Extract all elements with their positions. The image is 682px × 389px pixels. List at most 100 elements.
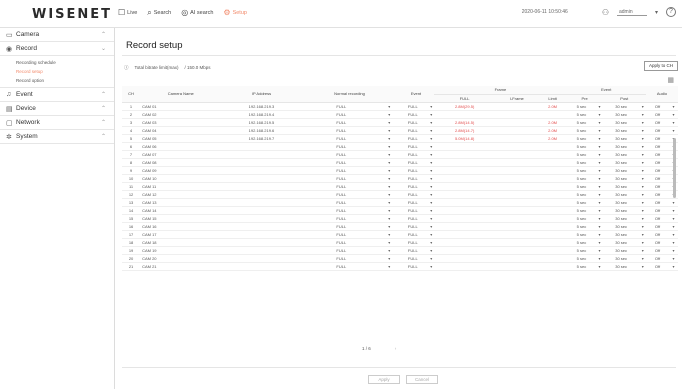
table-row[interactable]: 12CAM 12FULL▾FULL▾5 sec▾30 sec▾Off▾ <box>122 190 678 199</box>
cell-post[interactable]: 30 sec <box>602 150 640 159</box>
cell-pre[interactable]: 5 sec <box>566 150 597 159</box>
dropdown-arrow-icon[interactable]: ▾ <box>669 110 678 119</box>
cell-normal-recording[interactable]: FULL <box>301 166 382 175</box>
apply-button[interactable]: Apply <box>368 375 400 384</box>
dropdown-arrow-icon[interactable]: ▾ <box>669 126 678 135</box>
cancel-button[interactable]: Cancel <box>406 375 438 384</box>
dropdown-arrow-icon[interactable]: ▾ <box>669 254 678 263</box>
cell-event[interactable]: FULL <box>397 230 429 239</box>
dropdown-arrow-icon[interactable]: ▾ <box>381 126 398 135</box>
cell-post[interactable]: 30 sec <box>602 134 640 143</box>
cell-post[interactable]: 30 sec <box>602 190 640 199</box>
cell-event[interactable]: FULL <box>397 182 429 191</box>
dropdown-arrow-icon[interactable]: ▾ <box>669 206 678 215</box>
nav-setup[interactable]: ⚙ Setup <box>223 9 247 17</box>
grid-view-icon[interactable]: ▦ <box>667 76 674 84</box>
cell-event[interactable]: FULL <box>397 254 429 263</box>
table-row[interactable]: 21 CAM 21 FULL ▾ FULL ▾ 5 sec ▾ 30 sec ▾ Off ▾ <box>122 262 678 271</box>
sidebar-item-network[interactable]: ▢ Network ⌃ <box>0 116 114 130</box>
dropdown-arrow-icon[interactable]: ▾ <box>669 222 678 231</box>
cell-post[interactable]: 30 sec <box>602 158 640 167</box>
cell-audio[interactable]: Off <box>645 262 669 271</box>
dropdown-arrow-icon[interactable]: ▾ <box>381 102 398 111</box>
table-row[interactable]: 18 CAM 18 FULL ▾ FULL ▾ 5 sec ▾ 30 sec ▾ Off ▾ <box>122 238 678 247</box>
dropdown-arrow-icon[interactable]: ▾ <box>669 238 678 247</box>
cell-post[interactable]: 30 sec <box>602 254 640 263</box>
cell-normal-recording[interactable]: FULL <box>301 222 382 231</box>
cell-audio[interactable]: Off <box>645 230 669 239</box>
cell-normal-recording[interactable]: FULL <box>301 254 382 263</box>
cell-pre[interactable]: 5 sec <box>566 246 597 255</box>
next-page-icon[interactable]: › <box>395 346 397 351</box>
cell-post[interactable]: 30 sec <box>602 166 640 175</box>
help-button[interactable]: ? <box>666 7 676 17</box>
dropdown-arrow-icon[interactable]: ▾ <box>381 254 398 263</box>
cell-pre[interactable]: 5 sec <box>566 230 597 239</box>
dropdown-arrow-icon[interactable]: ▾ <box>381 230 398 239</box>
cell-audio[interactable]: Off <box>645 198 669 207</box>
dropdown-arrow-icon[interactable]: ▾ <box>669 198 678 207</box>
cell-pre[interactable]: 5 sec <box>566 262 597 271</box>
cell-pre[interactable]: 5 sec <box>566 110 597 119</box>
cell-event[interactable]: FULL <box>397 166 429 175</box>
cell-pre[interactable]: 5 sec <box>566 142 597 151</box>
submenu-record-option[interactable]: Record option <box>16 76 114 85</box>
cell-normal-recording[interactable]: FULL <box>301 246 382 255</box>
apply-to-ch-button[interactable]: Apply to CH <box>644 61 678 71</box>
cell-audio[interactable]: Off <box>645 182 669 191</box>
cell-pre[interactable]: 5 sec <box>566 254 597 263</box>
cell-normal-recording[interactable]: FULL <box>301 126 382 135</box>
cell-pre[interactable]: 5 sec <box>566 102 597 111</box>
cell-audio[interactable]: Off <box>645 134 669 143</box>
dropdown-arrow-icon[interactable]: ▾ <box>381 246 398 255</box>
cell-normal-recording[interactable]: FULL <box>301 118 382 127</box>
chevron-down-icon[interactable]: ▾ <box>655 9 658 16</box>
cell-pre[interactable]: 5 sec <box>566 206 597 215</box>
cell-pre[interactable]: 5 sec <box>566 182 597 191</box>
table-row[interactable]: 11CAM 11FULL▾FULL▾5 sec▾30 sec▾Off▾ <box>122 182 678 191</box>
cell-event[interactable]: FULL <box>397 134 429 143</box>
cell-event[interactable]: FULL <box>397 142 429 151</box>
cell-post[interactable]: 30 sec <box>602 142 640 151</box>
table-row[interactable]: 16 CAM 16 FULL ▾ FULL ▾ 5 sec ▾ 30 sec ▾ Off ▾ <box>122 222 678 231</box>
dropdown-arrow-icon[interactable]: ▾ <box>381 118 398 127</box>
cell-post[interactable]: 30 sec <box>602 246 640 255</box>
table-row[interactable]: 9CAM 09FULL▾FULL▾5 sec▾30 sec▾Off▾ <box>122 166 678 175</box>
cell-normal-recording[interactable]: FULL <box>301 238 382 247</box>
cell-audio[interactable]: Off <box>645 222 669 231</box>
dropdown-arrow-icon[interactable]: ▾ <box>381 166 398 175</box>
cell-audio[interactable]: Off <box>645 142 669 151</box>
cell-normal-recording[interactable]: FULL <box>301 110 382 119</box>
dropdown-arrow-icon[interactable]: ▾ <box>381 198 398 207</box>
cell-event[interactable]: FULL <box>397 110 429 119</box>
dropdown-arrow-icon[interactable]: ▾ <box>381 110 398 119</box>
nav-search[interactable]: ⌕ Search <box>147 9 171 17</box>
table-row[interactable]: 14 CAM 14 FULL ▾ FULL ▾ 5 sec ▾ 30 sec ▾ Off ▾ <box>122 206 678 215</box>
cell-normal-recording[interactable]: FULL <box>301 206 382 215</box>
dropdown-arrow-icon[interactable]: ▾ <box>381 158 398 167</box>
cell-normal-recording[interactable]: FULL <box>301 198 382 207</box>
cell-audio[interactable]: Off <box>645 246 669 255</box>
dropdown-arrow-icon[interactable]: ▾ <box>381 142 398 151</box>
submenu-recording-schedule[interactable]: Recording schedule <box>16 58 114 67</box>
cell-post[interactable]: 30 sec <box>602 198 640 207</box>
dropdown-arrow-icon[interactable]: ▾ <box>381 190 398 199</box>
dropdown-arrow-icon[interactable]: ▾ <box>381 206 398 215</box>
cell-event[interactable]: FULL <box>397 102 429 111</box>
table-row[interactable]: 8CAM 08FULL▾FULL▾5 sec▾30 sec▾Off▾ <box>122 158 678 167</box>
cell-pre[interactable]: 5 sec <box>566 222 597 231</box>
cell-post[interactable]: 30 sec <box>602 182 640 191</box>
cell-event[interactable]: FULL <box>397 150 429 159</box>
cell-audio[interactable]: Off <box>645 158 669 167</box>
user-select[interactable]: admin <box>616 9 647 16</box>
cell-pre[interactable]: 5 sec <box>566 198 597 207</box>
cell-pre[interactable]: 5 sec <box>566 158 597 167</box>
cell-post[interactable]: 30 sec <box>602 110 640 119</box>
cell-post[interactable]: 30 sec <box>602 118 640 127</box>
cell-post[interactable]: 30 sec <box>602 174 640 183</box>
cell-audio[interactable]: Off <box>645 150 669 159</box>
scrollbar[interactable] <box>673 138 676 198</box>
dropdown-arrow-icon[interactable]: ▾ <box>669 102 678 111</box>
sidebar-item-record[interactable]: ◉ Record ⌄ <box>0 42 114 56</box>
cell-normal-recording[interactable]: FULL <box>301 158 382 167</box>
